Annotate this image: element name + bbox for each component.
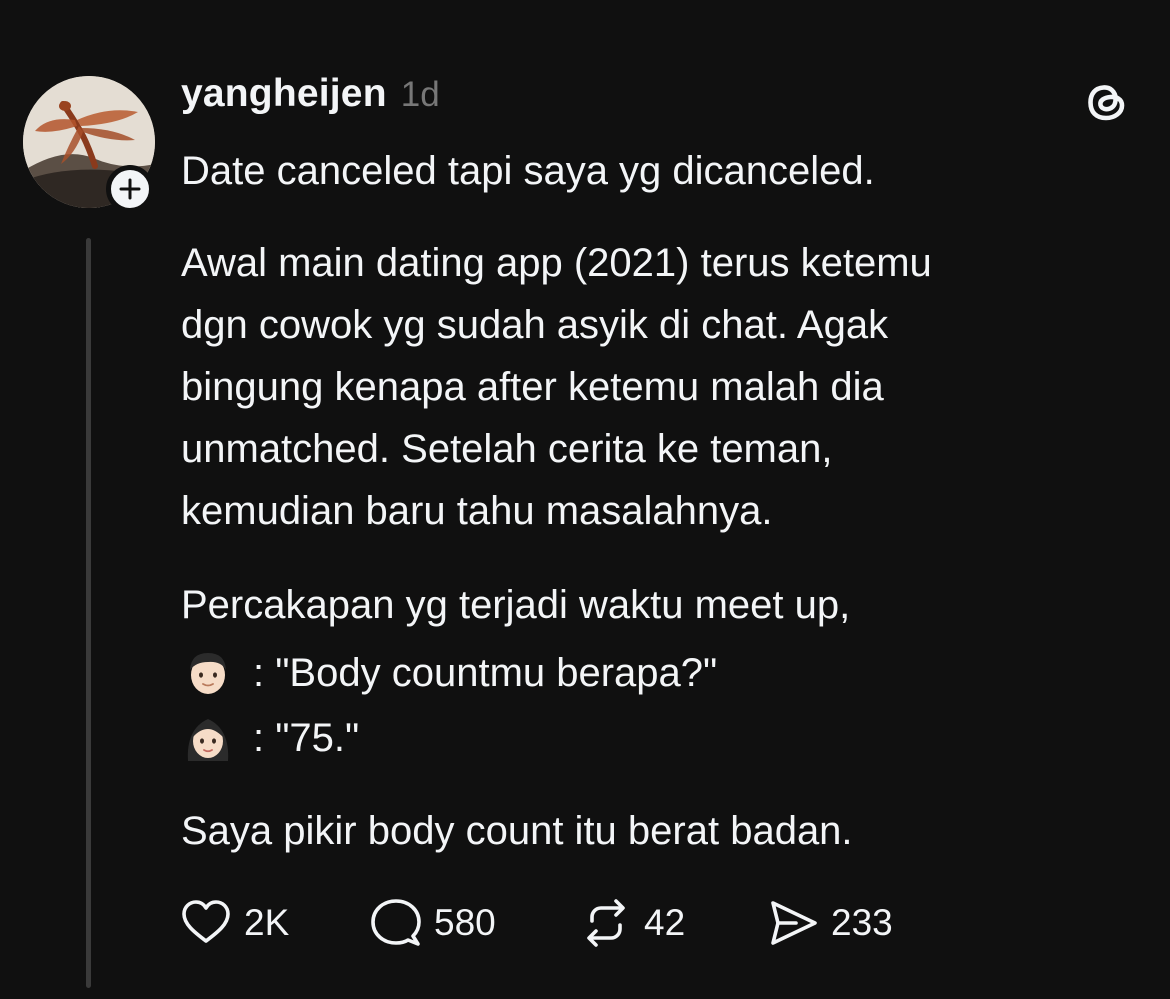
like-button[interactable]: 2K (178, 895, 289, 951)
man-emoji-icon (190, 653, 226, 694)
heart-icon (182, 900, 230, 943)
paragraph-2-line: unmatched. Setelah cerita ke teman, (181, 427, 833, 471)
share-icon (771, 901, 817, 945)
share-count: 233 (831, 902, 893, 943)
paragraph-2: Awal main dating app (2021) terus ketemu… (181, 232, 932, 542)
timestamp: 1d (400, 75, 440, 114)
reply-count: 580 (434, 902, 496, 943)
plus-icon (119, 178, 141, 200)
paragraph-2-line: kemudian baru tahu masalahnya. (181, 489, 773, 533)
repost-icon (587, 899, 625, 947)
repost-count: 42 (644, 902, 686, 943)
paragraph-2-line: bingung kenapa after ketemu malah dia (181, 365, 884, 409)
follow-button[interactable] (106, 165, 154, 213)
paragraph-3: Percakapan yg terjadi waktu meet up, (181, 583, 851, 627)
paragraph-4: Saya pikir body count itu berat badan. (181, 809, 853, 853)
thread-post: yangheijen 1d Date canceled tapi saya yg… (0, 0, 1170, 999)
post-header: yangheijen 1d (181, 72, 440, 122)
threads-logo-icon[interactable] (1082, 77, 1132, 127)
username[interactable]: yangheijen (181, 72, 387, 116)
paragraph-2-line: dgn cowok yg sudah asyik di chat. Agak (181, 303, 889, 347)
comment-icon (371, 899, 421, 946)
thread-line (86, 238, 91, 988)
dialog-text-woman: : "75." (253, 716, 360, 760)
reply-button[interactable]: 580 (368, 895, 496, 951)
dialog-line-man: : "Body countmu berapa?" (181, 642, 717, 704)
repost-button[interactable]: 42 (578, 895, 685, 951)
share-button[interactable]: 233 (765, 895, 893, 951)
dialog-line-woman: : "75." (181, 707, 359, 769)
paragraph-2-line: Awal main dating app (2021) terus ketemu (181, 241, 932, 285)
dialog-text-man: : "Body countmu berapa?" (253, 651, 718, 695)
like-count: 2K (244, 902, 290, 943)
paragraph-1: Date canceled tapi saya yg dicanceled. (181, 149, 875, 193)
woman-emoji-icon (187, 719, 229, 761)
